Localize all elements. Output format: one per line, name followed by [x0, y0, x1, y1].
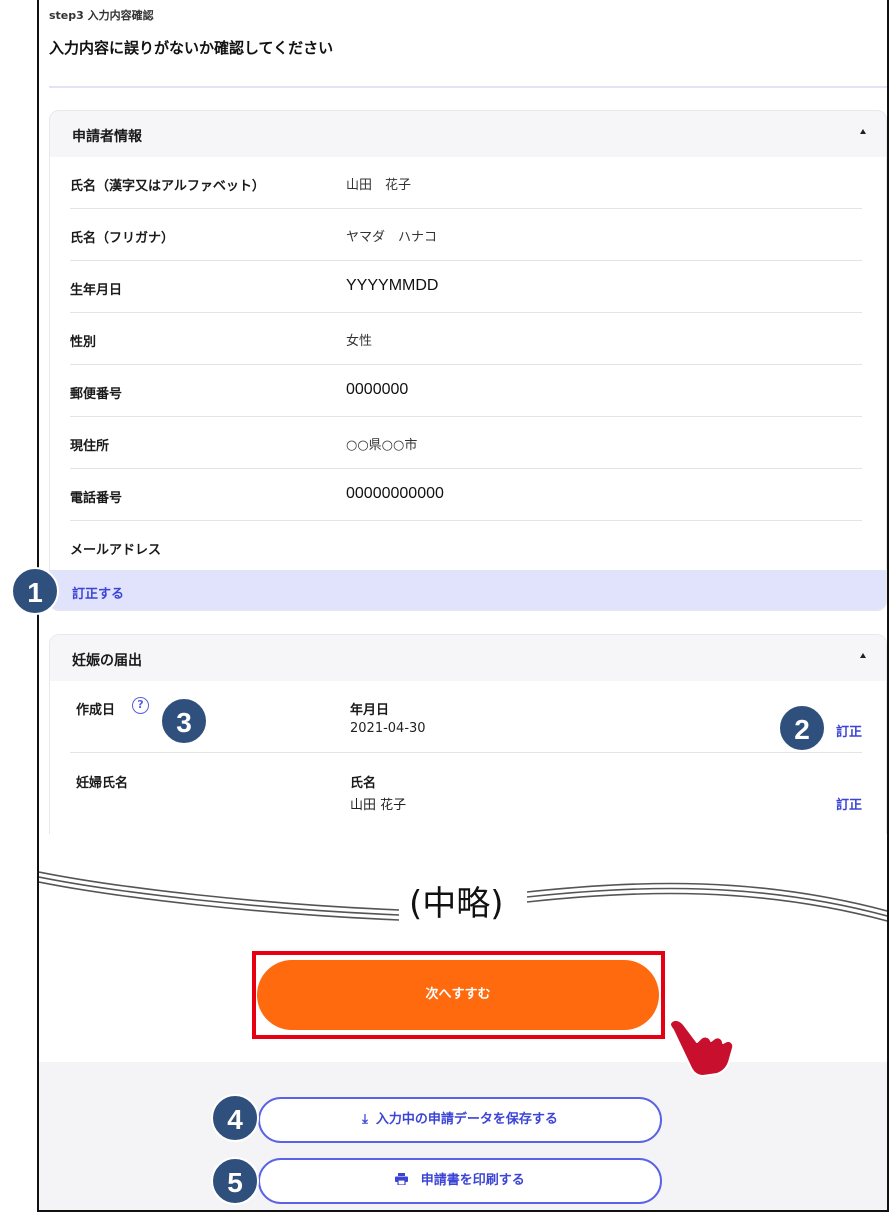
row-value: ヤマダ ハナコ	[346, 230, 438, 245]
save-data-button[interactable]: ⤓ 入力中の申請データを保存する	[258, 1097, 662, 1143]
collapse-caret-icon[interactable]	[860, 653, 866, 658]
printer-icon	[395, 1173, 413, 1188]
applicant-info-heading: 申請者情報	[72, 129, 142, 145]
fix-link[interactable]: 訂正	[836, 721, 862, 740]
next-button[interactable]: 次へすすむ	[257, 960, 659, 1030]
info-row-postal: 郵便番号 0000000	[70, 365, 862, 417]
pointing-hand-icon	[668, 1018, 735, 1077]
collapse-caret-icon[interactable]	[860, 129, 866, 134]
help-icon[interactable]: ?	[132, 697, 149, 714]
row-label: 氏名（漢字又はアルファベット）	[70, 179, 265, 194]
info-row-phone: 電話番号 00000000000	[70, 469, 862, 521]
row-label: メールアドレス	[70, 543, 162, 558]
step-label: step3 入力内容確認	[49, 9, 154, 22]
row-label: 現住所	[70, 439, 110, 454]
correct-link[interactable]: 訂正する	[72, 583, 124, 602]
print-button[interactable]: 申請書を印刷する	[258, 1158, 662, 1204]
info-row-gender: 性別 女性	[70, 313, 862, 365]
page-title: 入力内容に誤りがないか確認してください	[49, 39, 334, 57]
row-value: 山田 花子	[350, 798, 407, 813]
applicant-info-card: 申請者情報 氏名（漢字又はアルファベット） 山田 花子 氏名（フリガナ） ヤマダ…	[49, 110, 887, 611]
screen-frame: step3 入力内容確認 入力内容に誤りがないか確認してください 申請者情報 氏…	[37, 0, 889, 1212]
annotation-badge-2: 2	[778, 704, 826, 752]
info-row-name: 氏名（漢字又はアルファベット） 山田 花子	[70, 157, 862, 209]
row-value: 00000000000	[346, 485, 444, 502]
info-row-birthdate: 生年月日 YYYYMMDD	[70, 261, 862, 313]
print-label: 申請書を印刷する	[420, 1173, 525, 1188]
row-label: 作成日	[76, 703, 116, 718]
annotation-badge-4: 4	[211, 1094, 259, 1142]
row-value: 0000000	[346, 381, 409, 398]
pregnancy-notice-header[interactable]: 妊娠の届出	[50, 635, 886, 681]
row-value: ○○県○○市	[346, 438, 418, 453]
row-sub-label: 氏名	[350, 776, 377, 791]
info-row-kana: 氏名（フリガナ） ヤマダ ハナコ	[70, 209, 862, 261]
row-value: 女性	[346, 334, 373, 349]
row-value: 2021-04-30	[350, 721, 426, 736]
fix-link[interactable]: 訂正	[836, 794, 862, 813]
row-label: 妊婦氏名	[76, 776, 129, 791]
save-data-label: 入力中の申請データを保存する	[375, 1112, 558, 1127]
row-value: 山田 花子	[346, 178, 412, 193]
correct-bar: 訂正する	[50, 570, 886, 610]
row-label: 電話番号	[70, 491, 123, 506]
omission-text: (中略)	[409, 884, 504, 924]
row-sub-label: 年月日	[350, 703, 390, 718]
footer-actions: ⤓ 入力中の申請データを保存する 申請書を印刷する	[39, 1062, 887, 1210]
info-row-email: メールアドレス	[70, 521, 862, 573]
preg-row-mother-name: 妊婦氏名 氏名 山田 花子 訂正	[70, 754, 862, 826]
applicant-info-header[interactable]: 申請者情報	[50, 111, 886, 157]
title-divider	[49, 86, 887, 88]
annotation-badge-5: 5	[211, 1157, 259, 1205]
annotation-badge-3: 3	[160, 697, 208, 745]
row-label: 性別	[70, 335, 97, 350]
row-label: 氏名（フリガナ）	[70, 231, 175, 246]
pregnancy-notice-heading: 妊娠の届出	[72, 653, 142, 669]
download-icon: ⤓	[362, 1112, 368, 1127]
annotation-badge-1: 1	[11, 567, 59, 615]
row-value: YYYYMMDD	[346, 277, 439, 294]
row-label: 郵便番号	[70, 387, 123, 402]
info-row-address: 現住所 ○○県○○市	[70, 417, 862, 469]
row-label: 生年月日	[70, 283, 123, 298]
